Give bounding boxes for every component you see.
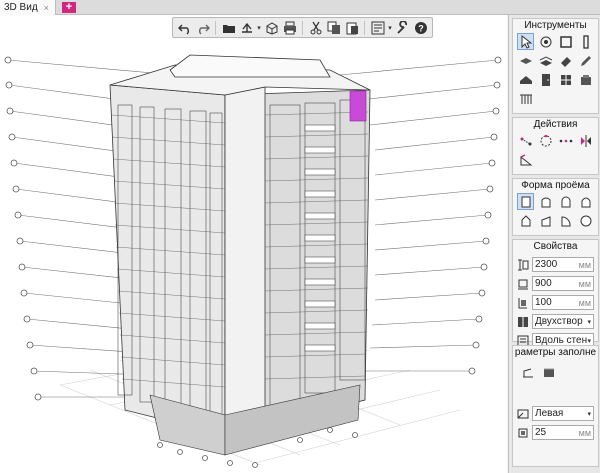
- tools-title: Инструменты: [524, 20, 587, 31]
- pencil-icon[interactable]: [577, 52, 594, 69]
- tab-3d-view[interactable]: 3D Вид ×: [0, 0, 56, 15]
- shape-arch-icon[interactable]: [537, 193, 554, 210]
- shape-gothic-icon[interactable]: [577, 193, 594, 210]
- door-icon[interactable]: [537, 71, 554, 88]
- svg-text:?: ?: [418, 23, 424, 33]
- actions-title: Действия: [533, 119, 578, 130]
- layers-dropdown-icon[interactable]: ▾: [387, 24, 393, 32]
- shape-triangle-icon[interactable]: [517, 212, 534, 229]
- add-tab-button[interactable]: +: [61, 2, 76, 13]
- building-render: [4, 54, 502, 468]
- level-markers-left: [4, 56, 42, 401]
- door-type-icon: [516, 315, 529, 328]
- height-icon: [516, 258, 529, 271]
- array-icon[interactable]: [557, 132, 574, 149]
- depth-icon: [516, 296, 529, 309]
- rotate-icon[interactable]: [537, 132, 554, 149]
- move-icon[interactable]: [517, 132, 534, 149]
- level-markers-right: [468, 56, 502, 375]
- floor-icon[interactable]: [537, 52, 554, 69]
- fill-params-section: раметры заполне Левая ▾ 25 мм: [512, 345, 599, 467]
- properties-title: Свойства: [533, 241, 578, 252]
- opening-side-select[interactable]: Левая ▾: [532, 406, 594, 421]
- folder-icon[interactable]: [220, 19, 237, 36]
- door-type-select[interactable]: Двухствор ▾: [532, 314, 594, 329]
- layers-icon[interactable]: [369, 19, 386, 36]
- offset-icon: [516, 426, 529, 439]
- offset-input[interactable]: 25 мм: [532, 425, 594, 440]
- actions-section: Действия: [512, 117, 599, 175]
- shape-round-top-icon[interactable]: [557, 193, 574, 210]
- settings-wrench-icon[interactable]: [394, 19, 411, 36]
- tab-3d-view-label: 3D Вид: [4, 2, 38, 13]
- width-input[interactable]: 900 мм: [532, 276, 594, 291]
- help-icon[interactable]: ?: [412, 19, 429, 36]
- save-icon[interactable]: [238, 19, 255, 36]
- shape-quarter-icon[interactable]: [557, 212, 574, 229]
- fill-left-icon[interactable]: [519, 364, 536, 381]
- wall-icon[interactable]: [557, 33, 574, 50]
- stair-icon[interactable]: [517, 90, 534, 107]
- object-icon[interactable]: [577, 71, 594, 88]
- width-icon: [516, 277, 529, 290]
- 3d-viewport[interactable]: [0, 15, 507, 473]
- shape-rect-icon[interactable]: [517, 193, 534, 210]
- fill-frame-icon[interactable]: [540, 364, 557, 381]
- roof-top: [169, 54, 331, 78]
- height-input[interactable]: 2300 мм: [532, 257, 594, 272]
- select-cursor-icon[interactable]: [517, 33, 534, 50]
- fill-params-title: раметры заполне: [514, 347, 597, 358]
- export-icon[interactable]: [263, 19, 280, 36]
- close-tab-icon[interactable]: ×: [44, 3, 49, 13]
- toolbar-separator: [215, 20, 216, 35]
- trim-icon[interactable]: [517, 151, 534, 168]
- depth-input[interactable]: 100 мм: [532, 295, 594, 310]
- toolbar-separator: [364, 20, 365, 35]
- print-icon[interactable]: [281, 19, 298, 36]
- paste-icon[interactable]: [343, 19, 360, 36]
- toolbar-separator: [302, 20, 303, 35]
- redo-icon[interactable]: [194, 19, 211, 36]
- shape-circle-icon[interactable]: [577, 212, 594, 229]
- window-icon[interactable]: [557, 71, 574, 88]
- tab-bar: 3D Вид × +: [0, 0, 600, 15]
- corner-tower: [224, 86, 266, 436]
- mirror-icon[interactable]: [577, 132, 594, 149]
- eraser-icon[interactable]: [557, 52, 574, 69]
- slab-icon[interactable]: [517, 52, 534, 69]
- properties-section: Свойства 2300 мм 900 мм 100 мм Двухствор ▾ В…: [512, 239, 599, 348]
- opening-shape-section: Форма проёма: [512, 178, 599, 236]
- orbit-icon[interactable]: [537, 33, 554, 50]
- column-icon[interactable]: [577, 33, 594, 50]
- undo-icon[interactable]: [176, 19, 193, 36]
- copy-icon[interactable]: [325, 19, 342, 36]
- shape-slanted-icon[interactable]: [537, 212, 554, 229]
- right-panel: Инструменты Действия Форма проёма Свойст…: [508, 15, 600, 473]
- main-toolbar: ▾ ▾ ?: [172, 17, 433, 38]
- tools-section: Инструменты: [512, 18, 599, 114]
- roof-icon[interactable]: [517, 71, 534, 88]
- save-dropdown-icon[interactable]: ▾: [256, 24, 262, 32]
- cut-icon[interactable]: [307, 19, 324, 36]
- opening-shape-title: Форма проёма: [521, 180, 590, 191]
- opening-side-icon: [516, 407, 529, 420]
- selected-door-highlight: [349, 90, 367, 122]
